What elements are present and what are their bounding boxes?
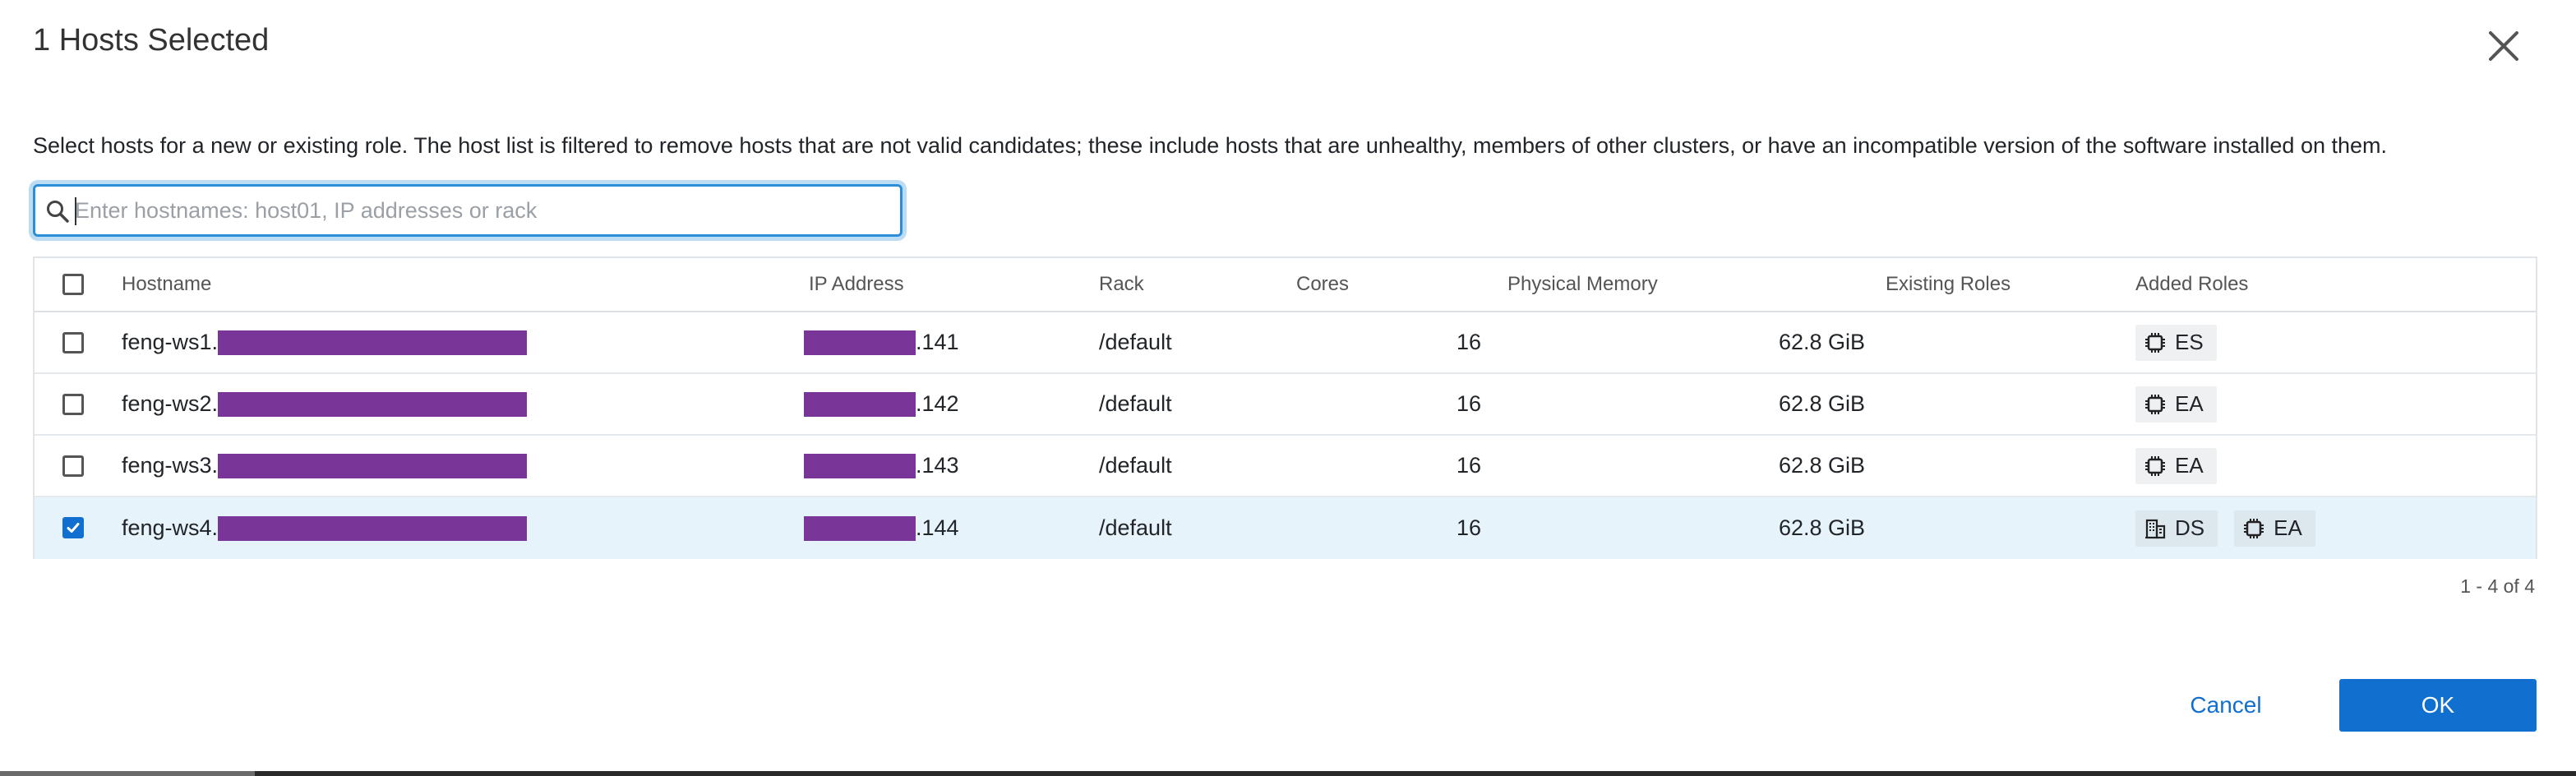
chip-icon <box>2145 455 2165 476</box>
row-checkbox[interactable] <box>62 455 84 477</box>
ok-button[interactable]: OK <box>2339 679 2537 732</box>
added-roles-cell: ES <box>2135 312 2233 372</box>
table-row[interactable]: feng-ws3. .143 /default 16 62.8 GiB EA <box>35 436 2536 497</box>
memory-cell: 62.8 GiB <box>1779 330 1866 354</box>
ip-suffix-text: .143 <box>916 453 959 478</box>
text-cursor <box>75 197 76 225</box>
role-badge-ea: EA <box>2234 510 2315 547</box>
checkmark-icon <box>67 523 80 533</box>
column-header-hostname[interactable]: Hostname <box>122 258 211 311</box>
dialog-description: Select hosts for a new or existing role.… <box>33 133 2388 158</box>
hostname-cell: feng-ws1. <box>122 312 528 372</box>
rack-cell: /default <box>1099 391 1172 416</box>
search-input[interactable] <box>75 193 889 228</box>
scrollbar-thumb[interactable] <box>0 771 255 776</box>
hostname-cell: feng-ws3. <box>122 436 528 496</box>
redacted-block <box>804 391 916 417</box>
rack-cell: /default <box>1099 330 1172 354</box>
redacted-block <box>804 453 916 478</box>
hostname-cell: feng-ws2. <box>122 374 528 434</box>
cancel-button[interactable]: Cancel <box>2177 679 2275 732</box>
chip-icon <box>2145 332 2165 353</box>
close-button[interactable] <box>2486 28 2522 64</box>
ip-suffix-text: .142 <box>916 391 959 416</box>
ip-address-cell: .141 <box>804 312 959 372</box>
hostname-cell: feng-ws4. <box>122 497 528 559</box>
role-badge-ea: EA <box>2135 386 2217 423</box>
hostname-text: feng-ws1. <box>122 330 219 354</box>
redacted-block <box>218 453 528 478</box>
ip-suffix-text: .141 <box>916 330 959 354</box>
role-badge-es: ES <box>2135 324 2217 361</box>
role-badge-ea: EA <box>2135 447 2217 484</box>
role-badge-label: DS <box>2175 515 2205 540</box>
building-icon <box>2145 519 2166 538</box>
search-icon <box>47 201 69 223</box>
role-badge-label: EA <box>2274 515 2302 540</box>
column-header-ip-address[interactable]: IP Address <box>809 258 904 311</box>
row-checkbox[interactable] <box>62 394 84 415</box>
redacted-block <box>804 515 916 541</box>
cores-cell: 16 <box>1457 330 1482 354</box>
memory-cell: 62.8 GiB <box>1779 391 1866 416</box>
chip-icon <box>2145 394 2165 414</box>
column-header-added-roles[interactable]: Added Roles <box>2135 258 2248 311</box>
cores-cell: 16 <box>1457 515 1482 540</box>
row-checkbox-checked[interactable] <box>62 517 84 538</box>
hostname-text: feng-ws3. <box>122 453 219 478</box>
column-header-rack[interactable]: Rack <box>1099 258 1144 311</box>
ip-address-cell: .142 <box>804 374 959 434</box>
table-header-row: Hostname IP Address Rack Cores Physical … <box>35 258 2536 312</box>
cores-cell: 16 <box>1457 391 1482 416</box>
added-roles-cell: EA <box>2135 374 2233 434</box>
table-row[interactable]: feng-ws1. .141 /default 16 62.8 GiB ES <box>35 312 2536 374</box>
role-badge-label: EA <box>2175 391 2204 416</box>
chip-icon <box>2244 518 2264 538</box>
dialog-title: 1 Hosts Selected <box>33 23 270 58</box>
memory-cell: 62.8 GiB <box>1779 515 1866 540</box>
ip-suffix-text: .144 <box>916 515 959 540</box>
role-badge-label: EA <box>2175 453 2204 478</box>
column-header-physical-memory[interactable]: Physical Memory <box>1507 258 1658 311</box>
added-roles-cell: DS EA <box>2135 497 2332 559</box>
cores-cell: 16 <box>1457 453 1482 478</box>
pagination-text: 1 - 4 of 4 <box>2460 575 2535 597</box>
added-roles-cell: EA <box>2135 436 2233 496</box>
column-header-existing-roles[interactable]: Existing Roles <box>1886 258 2010 311</box>
column-header-cores[interactable]: Cores <box>1296 258 1349 311</box>
window-bottom-edge <box>0 771 2576 776</box>
ip-address-cell: .144 <box>804 497 959 559</box>
hosts-table: Hostname IP Address Rack Cores Physical … <box>33 256 2537 559</box>
role-badge-label: ES <box>2175 330 2204 354</box>
select-all-checkbox[interactable] <box>62 274 84 295</box>
rack-cell: /default <box>1099 453 1172 478</box>
row-checkbox[interactable] <box>62 332 84 353</box>
table-row[interactable]: feng-ws2. .142 /default 16 62.8 GiB EA <box>35 374 2536 436</box>
hostname-text: feng-ws4. <box>122 515 219 540</box>
rack-cell: /default <box>1099 515 1172 540</box>
close-icon <box>2489 31 2518 61</box>
search-box <box>33 184 903 237</box>
table-row-selected[interactable]: feng-ws4. .144 /default 16 62.8 GiB DS E… <box>35 497 2536 559</box>
redacted-block <box>218 330 528 355</box>
redacted-block <box>218 391 528 417</box>
redacted-block <box>218 515 528 541</box>
hostname-text: feng-ws2. <box>122 391 219 416</box>
ip-address-cell: .143 <box>804 436 959 496</box>
memory-cell: 62.8 GiB <box>1779 453 1866 478</box>
redacted-block <box>804 330 916 355</box>
role-badge-ds: DS <box>2135 510 2218 547</box>
